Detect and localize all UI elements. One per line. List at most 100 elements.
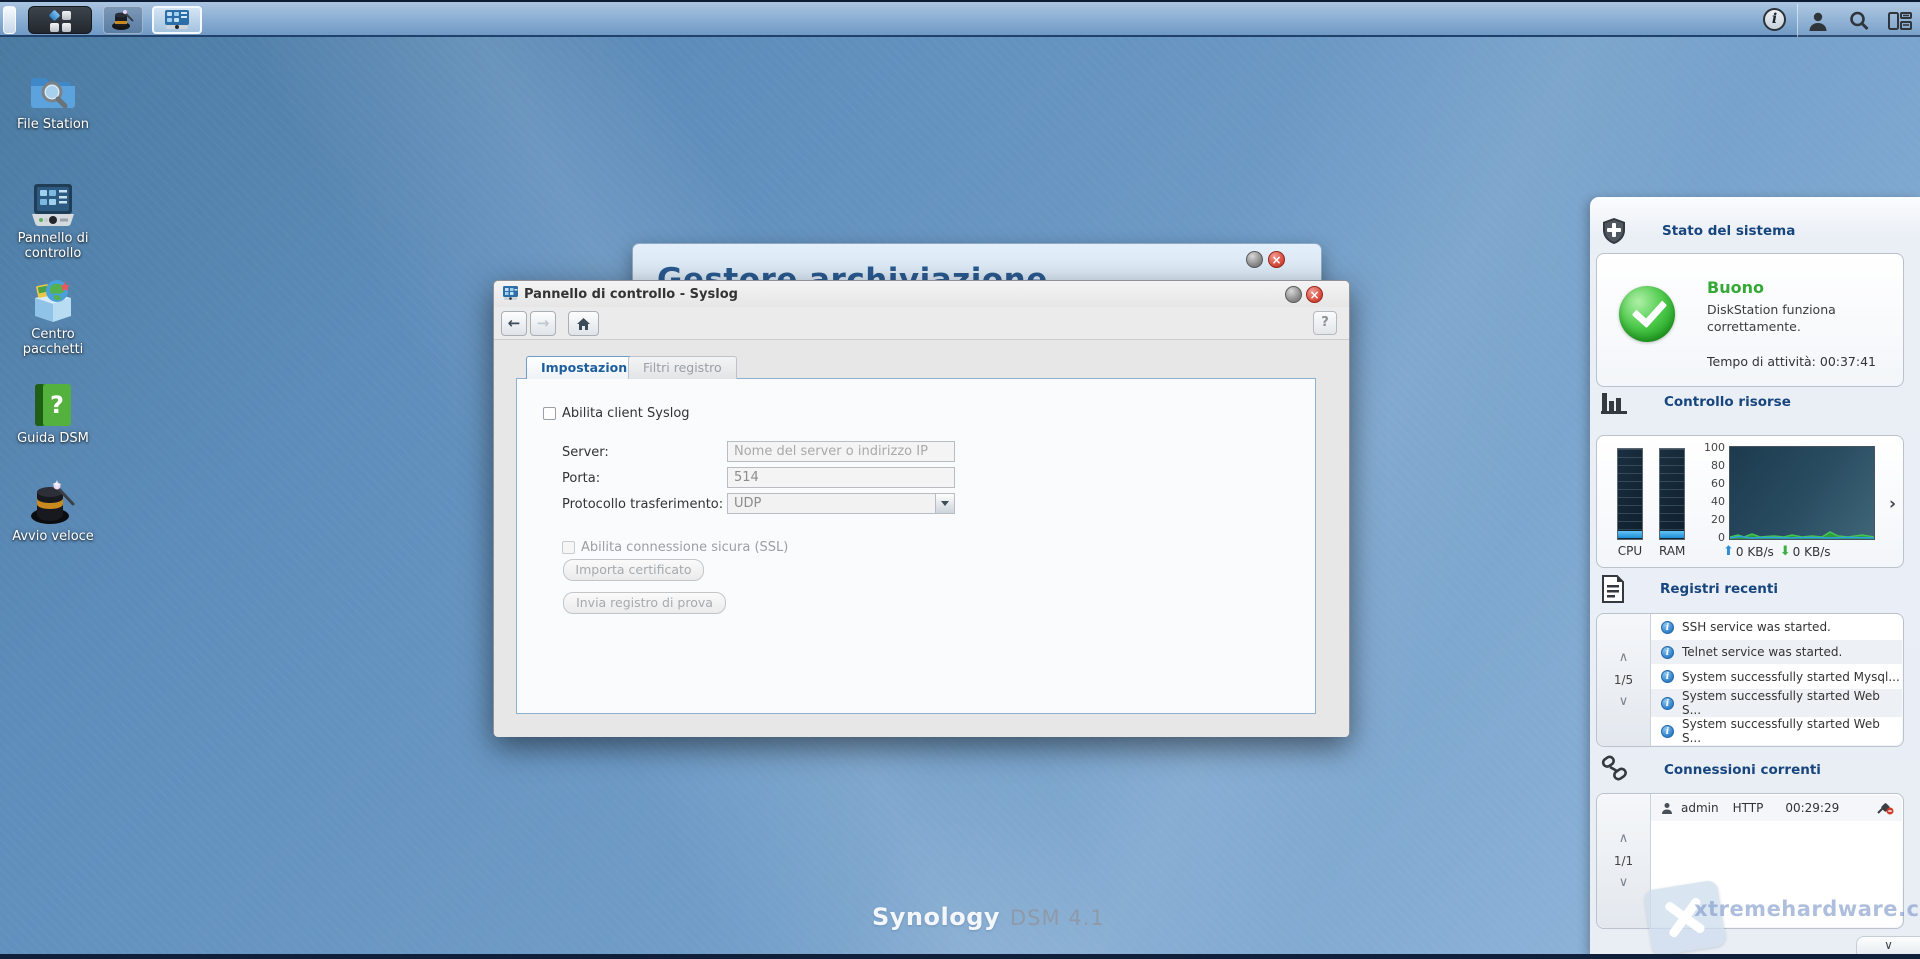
page-down-icon[interactable]: ∨ <box>1619 695 1629 708</box>
help-button[interactable]: ? <box>1313 311 1337 335</box>
dialog-title: Pannello di controllo - Syslog <box>524 287 738 302</box>
main-menu-button[interactable] <box>28 6 92 34</box>
page-down-icon[interactable]: ∨ <box>1619 876 1629 889</box>
pilot-view-icon[interactable] <box>1887 8 1913 34</box>
show-desktop-button[interactable] <box>3 6 16 34</box>
log-row[interactable]: i Telnet service was started. <box>1651 639 1902 665</box>
back-button[interactable]: ← <box>501 311 527 336</box>
import-certificate-button[interactable]: Importa certificato <box>563 559 704 581</box>
main-menu-icon <box>48 9 60 22</box>
desktop-icon-package-center[interactable]: Centro pacchetti <box>7 276 99 358</box>
page-up-icon[interactable]: ∧ <box>1619 651 1629 664</box>
dialog-toolbar: ← → ? <box>494 307 1349 340</box>
log-row[interactable]: i SSH service was started. <box>1651 615 1902 640</box>
upload-arrow-icon: ⬆ <box>1723 544 1734 559</box>
info-icon[interactable]: i <box>1763 8 1786 31</box>
log-list: i SSH service was started. i Telnet servic… <box>1651 615 1902 745</box>
status-value: Buono <box>1707 278 1764 297</box>
close-button[interactable]: × <box>1268 251 1285 268</box>
page-indicator: 1/5 <box>1613 673 1634 687</box>
upload-value: 0 KB/s <box>1735 544 1774 559</box>
cpu-gauge <box>1617 448 1643 540</box>
section-system-status-header[interactable]: Stato del sistema <box>1600 217 1795 245</box>
log-text: System successfully started Web S... <box>1682 717 1880 745</box>
graph-y-axis: 100 80 60 40 20 0 <box>1704 441 1725 544</box>
section-title: Connessioni correnti <box>1664 762 1821 778</box>
home-button[interactable] <box>568 311 599 336</box>
quick-start-icon <box>7 478 99 526</box>
desktop-icon-file-station[interactable]: File Station <box>7 66 99 133</box>
section-resource-monitor-header[interactable]: Controllo risorse <box>1600 389 1791 415</box>
section-title: Registri recenti <box>1660 581 1778 597</box>
download-value: 0 KB/s <box>1792 544 1831 559</box>
info-icon: i <box>1661 696 1674 710</box>
send-test-log-button[interactable]: Invia registro di prova <box>563 592 726 614</box>
svg-text:?: ? <box>50 391 64 419</box>
chevron-down-icon <box>935 494 954 513</box>
desktop-icon-control-panel[interactable]: Pannello di controllo <box>7 180 99 262</box>
dialog-body: Impostazioni Filtri registro Abilita cli… <box>494 340 1349 737</box>
section-current-connections-header[interactable]: Connessioni correnti <box>1600 755 1821 785</box>
cpu-label: CPU <box>1617 544 1643 558</box>
desktop-icon-dsm-help[interactable]: ? Guida DSM <box>7 380 99 447</box>
section-recent-logs-header[interactable]: Registri recenti <box>1600 575 1778 603</box>
settings-panel: Abilita client Syslog Server: Porta: Pro… <box>516 378 1316 714</box>
status-description: DiskStation funziona correttamente. <box>1707 302 1836 334</box>
protocol-select[interactable]: UDP <box>727 493 955 514</box>
expand-resources-chevron[interactable]: › <box>1889 494 1896 514</box>
ssl-checkbox[interactable] <box>562 541 575 554</box>
widget-sidebar: Stato del sistema Buono DiskStation funz… <box>1590 197 1920 957</box>
file-station-icon <box>7 66 99 114</box>
dialog-icon <box>502 286 519 302</box>
minimize-button[interactable] <box>1246 251 1263 268</box>
control-panel-icon <box>7 180 99 228</box>
server-label: Server: <box>562 445 609 460</box>
package-center-icon <box>7 276 99 324</box>
screen-bottom-edge <box>0 954 1920 959</box>
log-text: System successfully started Mysql... <box>1682 669 1900 684</box>
server-input[interactable] <box>727 441 955 462</box>
connection-protocol: HTTP <box>1732 801 1764 815</box>
synology-logo: Synology <box>872 903 1001 931</box>
download-arrow-icon: ⬇ <box>1779 544 1791 559</box>
info-icon: i <box>1661 670 1674 684</box>
port-input[interactable] <box>727 467 955 488</box>
dsm-version: DSM 4.1 <box>1010 906 1105 930</box>
log-text: System successfully started Web S... <box>1682 689 1880 718</box>
search-icon[interactable] <box>1846 8 1872 34</box>
ssl-label: Abilita connessione sicura (SSL) <box>581 540 789 555</box>
page-up-icon[interactable]: ∧ <box>1619 832 1629 845</box>
ram-label: RAM <box>1659 544 1686 558</box>
disconnect-icon[interactable] <box>1877 802 1894 815</box>
log-text: SSH service was started. <box>1682 620 1831 635</box>
connections-pager: ∧ 1/1 ∨ <box>1597 794 1651 928</box>
sidebar-collapse-tab[interactable]: ∨ <box>1856 936 1920 955</box>
log-text: Telnet service was started. <box>1682 645 1843 659</box>
user-icon[interactable] <box>1805 8 1831 34</box>
desktop-icon-quick-start[interactable]: Avvio veloce <box>7 478 99 545</box>
dialog-minimize-button[interactable] <box>1285 286 1302 303</box>
protocol-label: Protocollo trasferimento: <box>562 497 724 512</box>
enable-syslog-checkbox[interactable] <box>543 407 556 420</box>
connection-row[interactable]: admin HTTP 00:29:29 <box>1651 795 1902 821</box>
log-row[interactable]: i System successfully started Web S... <box>1651 717 1902 745</box>
desktop-icon-label: Guida DSM <box>17 431 89 446</box>
magic-hat-icon <box>111 9 135 31</box>
tab-filtri-registro[interactable]: Filtri registro <box>628 356 737 379</box>
forward-button[interactable]: → <box>530 311 556 336</box>
log-row[interactable]: i System successfully started Mysql... <box>1651 664 1902 690</box>
recent-logs-card: ∧ 1/5 ∨ i SSH service was started. i Telne… <box>1596 613 1904 747</box>
bar-chart-icon <box>1600 389 1630 415</box>
dialog-titlebar[interactable]: Pannello di controllo - Syslog × <box>494 281 1349 307</box>
logs-pager: ∧ 1/5 ∨ <box>1597 614 1651 746</box>
desktop-icon-label: Centro pacchetti <box>22 327 84 357</box>
log-row[interactable]: i System successfully started Web S... <box>1651 689 1902 718</box>
taskbar: i <box>0 0 1920 37</box>
taskbar-task-quick-start[interactable] <box>103 6 143 34</box>
taskbar-task-control-panel-active[interactable] <box>152 6 202 34</box>
link-icon <box>1600 755 1630 785</box>
dialog-close-button[interactable]: × <box>1306 286 1323 303</box>
page-indicator: 1/1 <box>1613 854 1634 868</box>
port-label: Porta: <box>562 471 601 486</box>
network-speed: ⬆ 0 KB/s ⬇ 0 KB/s <box>1723 544 1831 559</box>
